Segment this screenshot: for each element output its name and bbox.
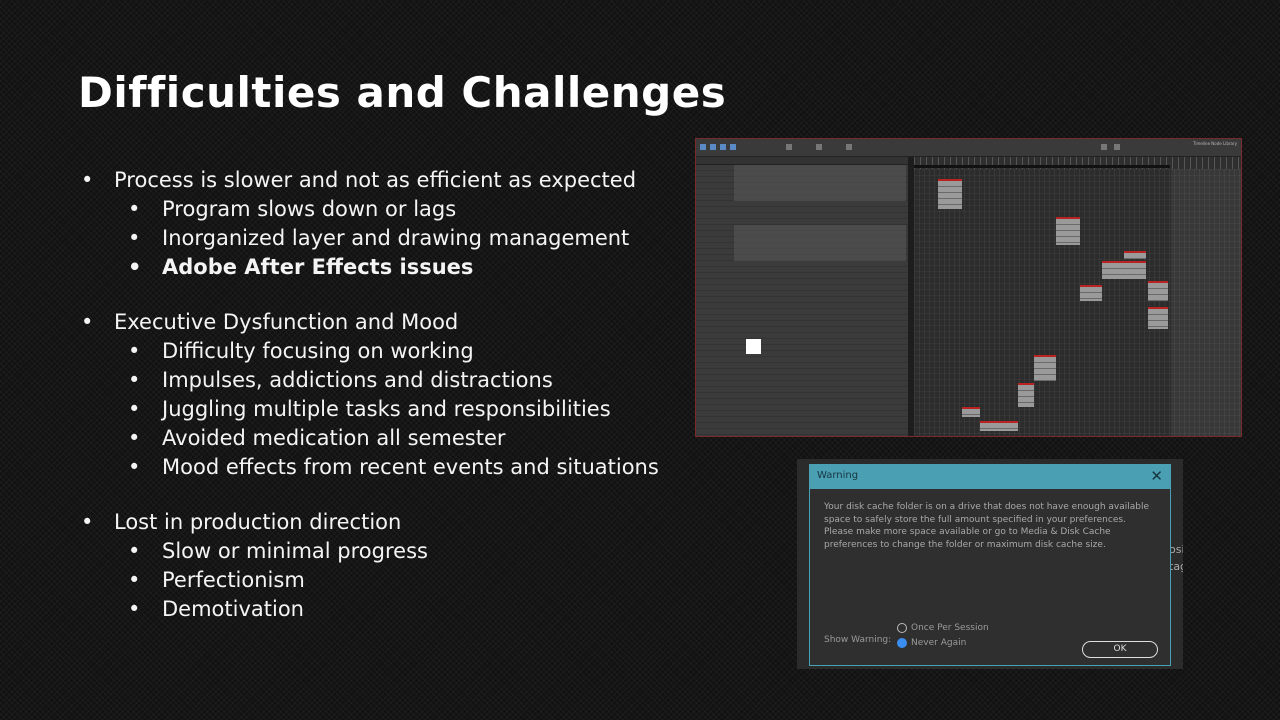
layer-group-highlight: [734, 225, 906, 261]
bullet-group: Executive Dysfunction and MoodDifficulty…: [78, 308, 688, 482]
warning-screenshot: osi tag Warning ✕ Your disk cache folder…: [797, 459, 1183, 669]
radio-label: Once Per Session: [911, 623, 989, 633]
toolbar: Timeline Node Library: [696, 139, 1241, 157]
tool-icon: [1114, 144, 1120, 150]
layer-thumbnail: [746, 339, 761, 354]
radio-label: Never Again: [911, 638, 967, 648]
bullet-item: Juggling multiple tasks and responsibili…: [78, 395, 688, 424]
bullet-heading: Executive Dysfunction and Mood: [78, 308, 688, 337]
bullet-item: Impulses, addictions and distractions: [78, 366, 688, 395]
layer-group-highlight: [734, 165, 906, 201]
tool-icon: [710, 144, 716, 150]
bullet-item: Inorganized layer and drawing management: [78, 224, 688, 253]
timeline-cell: [1080, 285, 1102, 301]
layer-header: [696, 157, 908, 165]
bullet-item: Slow or minimal progress: [78, 537, 688, 566]
radio-once-per-session[interactable]: Once Per Session: [897, 623, 989, 633]
bullet-item: Adobe After Effects issues: [78, 253, 688, 282]
bullet-list: Process is slower and not as efficient a…: [78, 166, 688, 650]
bullet-group: Lost in production directionSlow or mini…: [78, 508, 688, 624]
bullet-item: Perfectionism: [78, 566, 688, 595]
bullet-item: Difficulty focusing on working: [78, 337, 688, 366]
bullet-item: Avoided medication all semester: [78, 424, 688, 453]
layer-list: [696, 165, 908, 436]
warning-dialog: Warning ✕ Your disk cache folder is on a…: [809, 464, 1171, 666]
tool-icon: [846, 144, 852, 150]
tool-icon: [1101, 144, 1107, 150]
radio-selected-icon[interactable]: [897, 638, 907, 648]
timeline-cell: [980, 421, 1018, 431]
background-text: osi tag: [1169, 541, 1183, 575]
timeline-cell: [938, 179, 962, 209]
tool-icon: [700, 144, 706, 150]
timeline-cell: [1148, 307, 1168, 329]
bullet-group: Process is slower and not as efficient a…: [78, 166, 688, 282]
playback-range: [914, 165, 1170, 168]
timeline-cell: [1148, 281, 1168, 301]
close-icon[interactable]: ✕: [1150, 467, 1163, 485]
timeline-screenshot: Timeline Node Library: [695, 138, 1242, 437]
timeline-cell: [1124, 251, 1146, 259]
tool-icon: [730, 144, 736, 150]
timeline-cell: [1018, 383, 1034, 407]
radio-never-again[interactable]: Never Again: [897, 638, 966, 648]
timeline-cell: [962, 407, 980, 417]
bullet-heading: Process is slower and not as efficient a…: [78, 166, 688, 195]
background-text-line: tag: [1169, 560, 1183, 573]
dialog-message: Your disk cache folder is on a drive tha…: [824, 502, 1150, 550]
ok-button[interactable]: OK: [1082, 641, 1158, 658]
timeline-cell: [1102, 261, 1146, 279]
bullet-item: Demotivation: [78, 595, 688, 624]
panel-tabs: Timeline Node Library: [1193, 141, 1237, 146]
bullet-item: Program slows down or lags: [78, 195, 688, 224]
tool-icon: [816, 144, 822, 150]
bullet-item: Mood effects from recent events and situ…: [78, 453, 688, 482]
tool-icon: [786, 144, 792, 150]
timeline-cell: [1056, 217, 1080, 245]
timeline-cell: [1034, 355, 1056, 381]
tool-icon: [720, 144, 726, 150]
timeline-out-range: [1171, 169, 1241, 436]
background-text-line: osi: [1169, 543, 1183, 556]
dialog-title: Warning: [817, 470, 859, 481]
radio-icon[interactable]: [897, 623, 907, 633]
slide-title: Difficulties and Challenges: [78, 68, 727, 117]
bullet-heading: Lost in production direction: [78, 508, 688, 537]
dialog-title-bar: Warning ✕: [810, 465, 1170, 489]
show-warning-label: Show Warning:: [824, 635, 892, 645]
